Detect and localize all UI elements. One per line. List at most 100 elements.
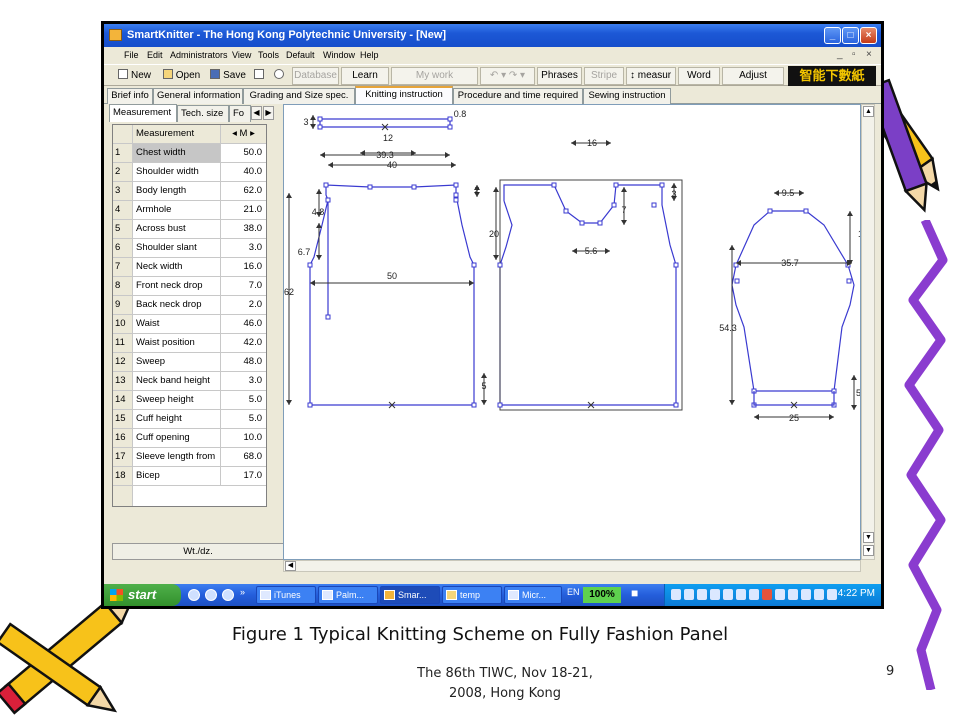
title-bar[interactable]: SmartKnitter - The Hong Kong Polytechnic…: [104, 24, 881, 47]
quicklaunch-icon[interactable]: [188, 589, 200, 601]
measurement-name-cell[interactable]: Front neck drop: [133, 277, 221, 295]
database-button[interactable]: Database: [292, 67, 339, 85]
tab-grading-size-spec[interactable]: Grading and Size spec.: [243, 88, 355, 104]
measurement-value-cell[interactable]: 38.0: [221, 220, 266, 238]
table-row[interactable]: 15 Cuff height 5.0: [113, 410, 266, 429]
tab-sewing-instruction[interactable]: Sewing instruction: [583, 88, 671, 104]
measurement-value-cell[interactable]: 5.0: [221, 410, 266, 428]
table-row[interactable]: 3 Body length 62.0: [113, 182, 266, 201]
tray-icon[interactable]: [814, 589, 824, 600]
menu-tools[interactable]: Tools: [258, 50, 279, 60]
menu-window[interactable]: Window: [323, 50, 355, 60]
size-right-arrow[interactable]: ▸: [250, 128, 255, 139]
tray-icon[interactable]: [762, 589, 772, 600]
new-button[interactable]: New: [112, 67, 157, 85]
taskbar-item-palm[interactable]: Palm...: [318, 586, 378, 604]
print-button[interactable]: [252, 67, 268, 85]
table-row[interactable]: 9 Back neck drop 2.0: [113, 296, 266, 315]
tray-icon[interactable]: [788, 589, 798, 600]
measurement-name-cell[interactable]: Neck band height: [133, 372, 221, 390]
table-row[interactable]: 4 Armhole 21.0: [113, 201, 266, 220]
mdi-minimize-button[interactable]: _: [837, 49, 843, 60]
measurement-value-cell[interactable]: 16.0: [221, 258, 266, 276]
measurement-value-cell[interactable]: 10.0: [221, 429, 266, 447]
learn-button[interactable]: Learn: [341, 67, 389, 85]
header-measurement[interactable]: Measurement: [133, 125, 221, 143]
measurement-value-cell[interactable]: 48.0: [221, 353, 266, 371]
table-row[interactable]: 11 Waist position 42.0: [113, 334, 266, 353]
clock[interactable]: 4:22 PM: [838, 588, 875, 599]
menu-help[interactable]: Help: [360, 50, 379, 60]
table-row[interactable]: 17 Sleeve length from 68.0: [113, 448, 266, 467]
measurement-name-cell[interactable]: Armhole: [133, 201, 221, 219]
measurement-name-cell[interactable]: Waist: [133, 315, 221, 333]
language-indicator[interactable]: EN: [567, 587, 580, 597]
maximize-button[interactable]: □: [842, 27, 859, 44]
tray-icon[interactable]: [710, 589, 720, 600]
measurement-value-cell[interactable]: 2.0: [221, 296, 266, 314]
pattern-drawing-canvas[interactable]: 30.839.31240504.86.762521620735.69.514.5…: [283, 104, 861, 560]
horizontal-scrollbar[interactable]: ◀: [283, 560, 861, 572]
table-row[interactable]: 8 Front neck drop 7.0: [113, 277, 266, 296]
measurement-name-cell[interactable]: Back neck drop: [133, 296, 221, 314]
measurement-value-cell[interactable]: 17.0: [221, 467, 266, 485]
subtab-measurement[interactable]: Measurement: [109, 104, 177, 122]
measurement-value-cell[interactable]: 42.0: [221, 334, 266, 352]
measurement-value-cell[interactable]: 7.0: [221, 277, 266, 295]
measurement-value-cell[interactable]: 3.0: [221, 239, 266, 257]
battery-percent-indicator[interactable]: 100%: [583, 587, 621, 603]
measurement-value-cell[interactable]: 68.0: [221, 448, 266, 466]
quicklaunch-overflow-button[interactable]: »: [240, 587, 245, 597]
subtab-fo[interactable]: Fo: [229, 105, 251, 122]
find-button[interactable]: [270, 67, 290, 85]
measurement-value-cell[interactable]: 3.0: [221, 372, 266, 390]
measurement-name-cell[interactable]: Sweep: [133, 353, 221, 371]
stripe-button[interactable]: Stripe: [584, 67, 624, 85]
measurement-value-cell[interactable]: 5.0: [221, 391, 266, 409]
tray-icon[interactable]: [684, 589, 694, 600]
table-row[interactable]: 6 Shoulder slant 3.0: [113, 239, 266, 258]
scroll-bottom-button[interactable]: ▼: [863, 545, 874, 556]
measurement-name-cell[interactable]: Across bust: [133, 220, 221, 238]
menu-view[interactable]: View: [232, 50, 251, 60]
open-button[interactable]: Open: [159, 67, 204, 85]
table-row[interactable]: 7 Neck width 16.0: [113, 258, 266, 277]
table-row[interactable]: 2 Shoulder width 40.0: [113, 163, 266, 182]
save-button[interactable]: Save: [206, 67, 250, 85]
menu-default[interactable]: Default: [286, 50, 315, 60]
my-work-button[interactable]: My work: [391, 67, 478, 85]
weight-per-dozen-bar[interactable]: Wt./dz.: [112, 543, 284, 560]
size-left-arrow[interactable]: ◂: [232, 128, 237, 139]
subtab-tech-size[interactable]: Tech. size: [177, 105, 229, 122]
measurement-name-cell[interactable]: Cuff opening: [133, 429, 221, 447]
adjust-button[interactable]: Adjust: [722, 67, 784, 85]
menu-edit[interactable]: Edit: [147, 50, 163, 60]
taskbar-item-smartknitter[interactable]: Smar...: [380, 586, 440, 604]
quicklaunch-icon[interactable]: [205, 589, 217, 601]
tray-icon[interactable]: [671, 589, 681, 600]
tray-icon[interactable]: [723, 589, 733, 600]
header-size-m[interactable]: ◂ M ▸: [221, 125, 266, 143]
table-row[interactable]: 16 Cuff opening 10.0: [113, 429, 266, 448]
measurement-name-cell[interactable]: Waist position: [133, 334, 221, 352]
close-button[interactable]: ×: [860, 27, 877, 44]
taskbar-item-microsoft[interactable]: Micr...: [504, 586, 562, 604]
table-row[interactable]: 14 Sweep height 5.0: [113, 391, 266, 410]
measurement-name-cell[interactable]: Body length: [133, 182, 221, 200]
measurement-name-cell[interactable]: Bicep: [133, 467, 221, 485]
start-button[interactable]: start: [104, 584, 181, 606]
menu-file[interactable]: File: [124, 50, 139, 60]
tray-icon[interactable]: [801, 589, 811, 600]
table-row[interactable]: 12 Sweep 48.0: [113, 353, 266, 372]
measurement-name-cell[interactable]: Chest width: [133, 144, 221, 162]
mdi-restore-button[interactable]: ▫: [852, 49, 856, 60]
measurement-name-cell[interactable]: Shoulder slant: [133, 239, 221, 257]
measurement-name-cell[interactable]: Sweep height: [133, 391, 221, 409]
table-empty-row[interactable]: [113, 486, 266, 506]
power-plug-icon[interactable]: ■: [631, 586, 638, 600]
measurement-name-cell[interactable]: Shoulder width: [133, 163, 221, 181]
measure-field[interactable]: ↕ measur: [626, 67, 676, 85]
table-row[interactable]: 18 Bicep 17.0: [113, 467, 266, 486]
tab-procedure-time[interactable]: Procedure and time required: [453, 88, 583, 104]
tray-icon[interactable]: [775, 589, 785, 600]
